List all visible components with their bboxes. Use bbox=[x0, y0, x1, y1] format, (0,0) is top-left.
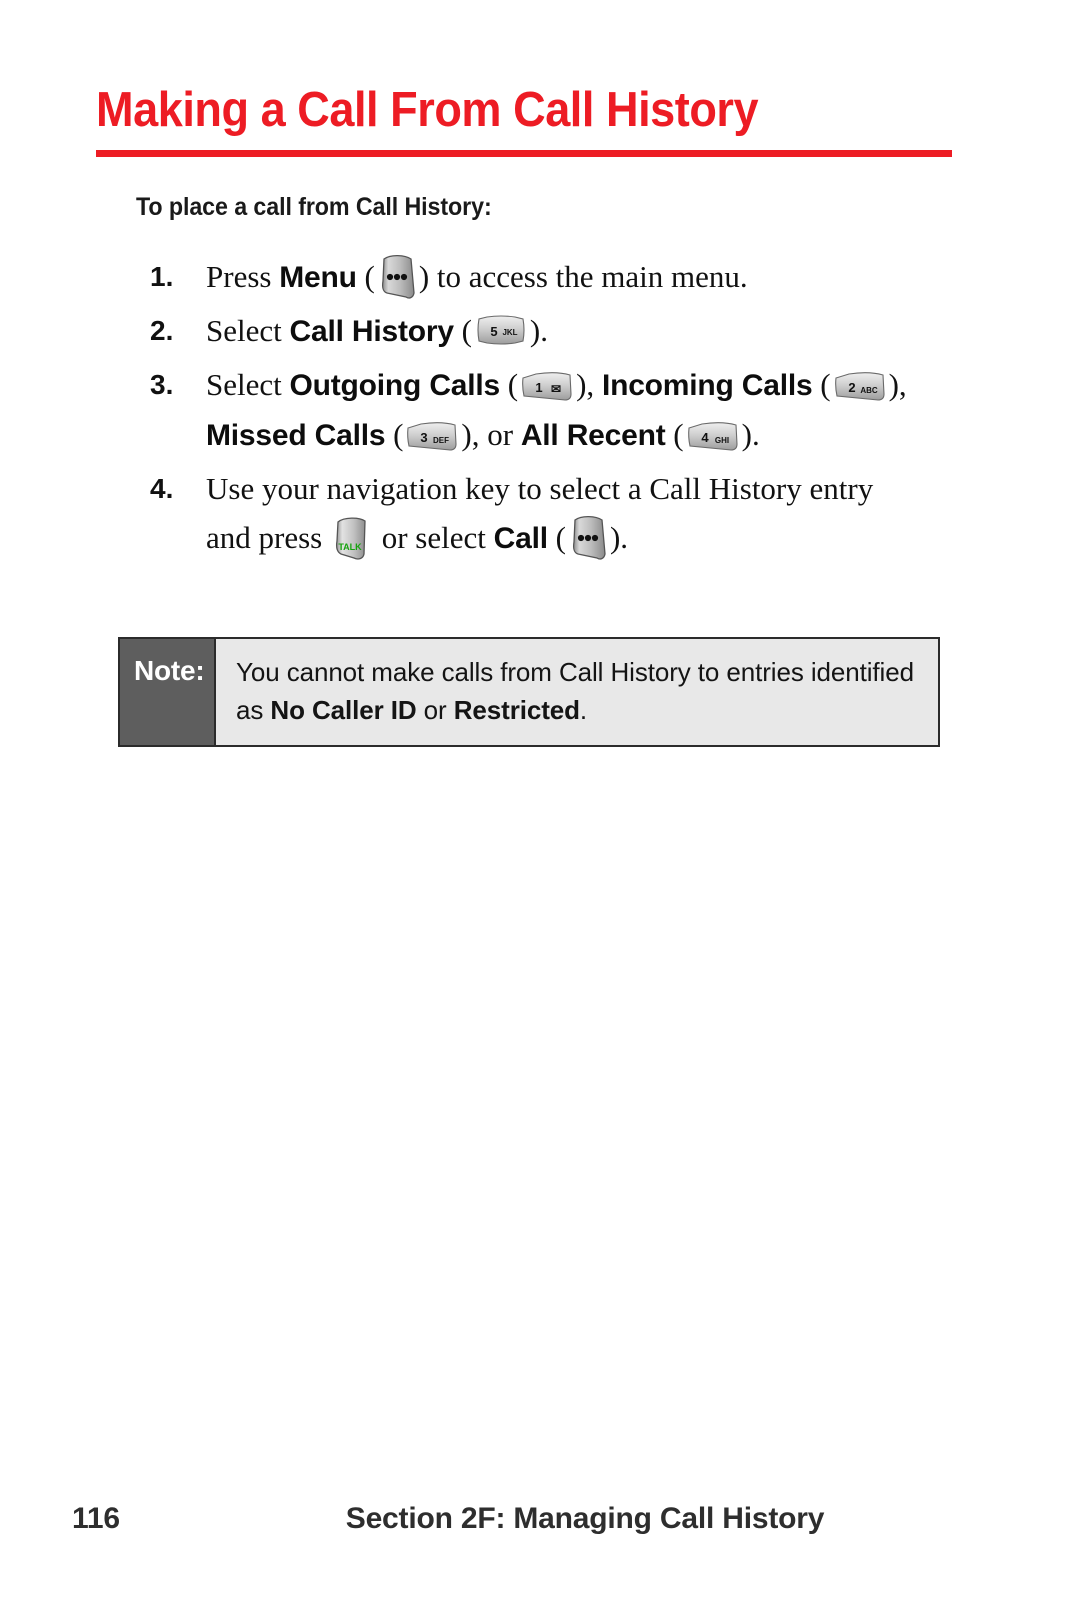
procedure-step-list: 1. Press Menu ( ) to access the main menu.… bbox=[150, 252, 980, 563]
softkey-menu-icon bbox=[375, 253, 419, 301]
svg-text:2: 2 bbox=[848, 380, 855, 395]
page-title: Making a Call From Call History bbox=[96, 83, 759, 137]
emphasis-text: No Caller ID bbox=[270, 695, 417, 725]
procedure-step: 3. Select Outgoing Calls (1 ✉), Incoming C… bbox=[150, 360, 980, 460]
ui-label: Incoming Calls bbox=[601, 369, 813, 402]
section-subhead: To place a call from Call History: bbox=[136, 193, 492, 221]
body-text: or select bbox=[373, 520, 494, 555]
procedure-step: 2. Select Call History (5 JKL). bbox=[150, 306, 980, 356]
step-line: Press Menu ( ) to access the main menu. bbox=[206, 252, 980, 302]
body-text: or bbox=[416, 695, 454, 725]
talk-key-icon: TALK bbox=[330, 514, 374, 562]
title-rule bbox=[96, 150, 952, 157]
body-text: ( bbox=[385, 417, 404, 452]
manual-page: Making a Call From Call History To place… bbox=[0, 0, 1080, 1620]
step-text: Use your navigation key to select a Call… bbox=[206, 464, 980, 563]
running-head: Section 2F: Managing Call History bbox=[345, 1502, 825, 1535]
key-1-icon: 1 ✉ bbox=[518, 369, 576, 403]
body-text: Select bbox=[206, 367, 290, 402]
step-number: 4. bbox=[150, 473, 174, 504]
page-footer: 116 Section 2F: Managing Call History bbox=[0, 1502, 1080, 1542]
svg-text:1: 1 bbox=[535, 380, 542, 395]
key-3-icon: 3 DEF bbox=[403, 419, 461, 453]
body-text: Use your navigation key to select a Call… bbox=[206, 471, 874, 506]
body-text: ), bbox=[576, 367, 602, 402]
body-text: and press bbox=[206, 520, 330, 555]
ui-label: Call History bbox=[289, 315, 455, 348]
svg-text:5: 5 bbox=[490, 324, 497, 339]
svg-text:ABC: ABC bbox=[860, 386, 878, 395]
step-number: 1. bbox=[150, 261, 174, 292]
body-text: as bbox=[236, 695, 271, 725]
softkey-menu-icon bbox=[566, 514, 610, 562]
step-line: Select Outgoing Calls (1 ✉), Incoming Cal… bbox=[206, 360, 980, 410]
body-text: Press bbox=[206, 259, 280, 294]
body-text: ). bbox=[741, 417, 760, 452]
emphasis-text: Restricted bbox=[453, 695, 580, 725]
body-text: Select bbox=[206, 313, 290, 348]
procedure-step: 4. Use your navigation key to select a Ca… bbox=[150, 464, 980, 563]
ui-label: All Recent bbox=[520, 419, 666, 452]
title-block: Making a Call From Call History bbox=[96, 82, 952, 157]
svg-text:✉: ✉ bbox=[551, 382, 561, 396]
body-text: ( bbox=[356, 259, 375, 294]
body-text: ), bbox=[888, 367, 907, 402]
step-line: Missed Calls (3 DEF ), or All Recent (4 GHI… bbox=[206, 410, 980, 460]
body-text: ), or bbox=[461, 417, 521, 452]
body-text: ( bbox=[665, 417, 684, 452]
svg-text:JKL: JKL bbox=[502, 328, 517, 337]
procedure-step: 1. Press Menu ( ) to access the main menu. bbox=[150, 252, 980, 302]
note-callout: Note: You cannot make calls from Call Hi… bbox=[118, 637, 940, 747]
note-line: You cannot make calls from Call History … bbox=[236, 653, 924, 691]
body-text: ( bbox=[453, 313, 472, 348]
step-line: Select Call History (5 JKL). bbox=[206, 306, 980, 356]
step-text: Select Outgoing Calls (1 ✉), Incoming Cal… bbox=[206, 360, 980, 460]
ui-label: Call bbox=[493, 522, 548, 555]
body-text: You cannot make calls from Call History … bbox=[236, 657, 914, 687]
body-text: ). bbox=[609, 520, 629, 555]
svg-text:3: 3 bbox=[421, 430, 428, 445]
ui-label: Menu bbox=[279, 261, 357, 294]
svg-text:TALK: TALK bbox=[338, 542, 362, 552]
ui-label: Outgoing Calls bbox=[289, 369, 501, 402]
key-2-icon: 2 ABC bbox=[831, 369, 889, 403]
body-text: ). bbox=[529, 313, 548, 348]
svg-text:GHI: GHI bbox=[715, 436, 729, 445]
ui-label: Missed Calls bbox=[206, 419, 386, 452]
body-text: ( bbox=[547, 520, 566, 555]
body-text: ) to access the main menu. bbox=[418, 259, 748, 294]
svg-text:4: 4 bbox=[701, 430, 709, 445]
body-text: ( bbox=[500, 367, 519, 402]
step-number: 3. bbox=[150, 369, 174, 400]
key-4-icon: 4 GHI bbox=[684, 419, 742, 453]
step-line: and press TALK or select Call (). bbox=[206, 513, 980, 563]
step-text: Select Call History (5 JKL). bbox=[206, 306, 980, 356]
step-line: Use your navigation key to select a Call… bbox=[206, 464, 980, 513]
svg-text:DEF: DEF bbox=[433, 436, 449, 445]
note-body: You cannot make calls from Call History … bbox=[216, 639, 938, 745]
body-text: ( bbox=[812, 367, 831, 402]
step-text: Press Menu ( ) to access the main menu. bbox=[206, 252, 980, 302]
note-label: Note: bbox=[120, 639, 216, 745]
note-line: as No Caller ID or Restricted. bbox=[236, 691, 924, 729]
key-5-icon: 5 JKL bbox=[472, 314, 530, 348]
step-number: 2. bbox=[150, 315, 174, 346]
body-text: . bbox=[579, 695, 588, 725]
